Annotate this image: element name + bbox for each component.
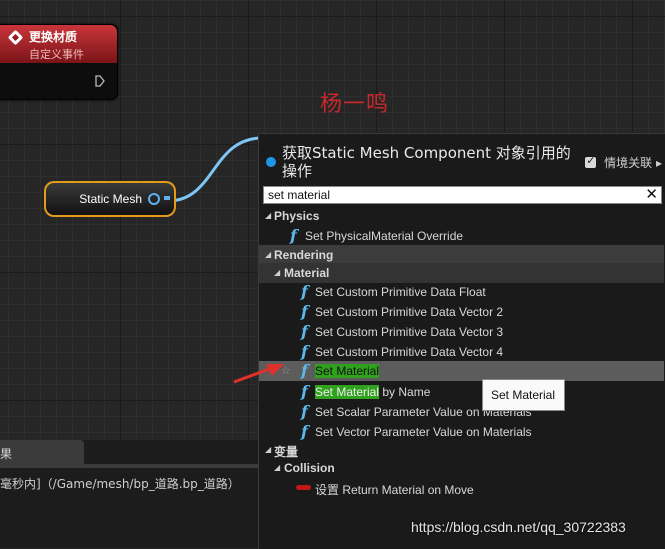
context-sensitive-label: 情境关联 <box>604 156 653 170</box>
watermark: https://blog.csdn.net/qq_30722383 <box>411 519 626 535</box>
red-arrow-annotation <box>233 364 284 384</box>
bool-variable-icon <box>296 485 311 490</box>
function-icon: f <box>290 226 297 245</box>
search-input[interactable]: set material ✕ <box>263 185 662 204</box>
expand-triangle-icon: ◢ <box>265 211 272 220</box>
event-title: 更换材质 <box>29 30 78 44</box>
list-item[interactable]: f Set Custom Primitive Data Vector 2 <box>259 302 664 322</box>
search-match: Set Material <box>315 385 380 399</box>
log-line: 毫秒内]（/Game/mesh/bp_道路.bp_道路） <box>0 477 240 491</box>
chevron-right-icon: ▸ <box>655 156 662 170</box>
category-variables[interactable]: ◢ 变量 <box>259 440 664 460</box>
list-item[interactable]: 设置 Return Material on Move <box>259 478 664 498</box>
panel-divider <box>0 464 262 468</box>
action-menu: 获取Static Mesh Component 对象引用的操作 情境关联 ▸ s… <box>258 133 665 549</box>
static-mesh-node[interactable]: Static Mesh <box>44 181 176 217</box>
checkbox-checked-icon[interactable] <box>585 154 597 168</box>
list-item[interactable]: f Set Custom Primitive Data Vector 3 <box>259 322 664 342</box>
tooltip: Set Material <box>482 379 565 411</box>
results-tab[interactable]: 果 <box>0 440 84 464</box>
category-collision[interactable]: ◢ Collision <box>259 458 664 478</box>
expand-triangle-icon: ◢ <box>274 268 281 277</box>
clear-search-icon[interactable]: ✕ <box>645 185 658 203</box>
compiler-results-panel: 果 毫秒内]（/Game/mesh/bp_道路.bp_道路） <box>0 440 262 548</box>
function-icon: f <box>301 302 308 321</box>
function-icon: f <box>301 322 308 341</box>
object-reference-icon <box>266 157 276 167</box>
category-material[interactable]: ◢ Material <box>259 263 664 283</box>
selected-item-label: Set Material <box>315 364 380 378</box>
pin-arrow-icon <box>164 196 170 200</box>
function-icon: f <box>301 342 308 361</box>
function-icon: f <box>301 361 308 380</box>
list-item[interactable]: f Set Vector Parameter Value on Material… <box>259 422 664 442</box>
event-node-header: 更换材质 自定义事件 <box>0 25 117 63</box>
list-item[interactable]: f Set Custom Primitive Data Vector 4 <box>259 342 664 362</box>
event-icon <box>7 29 24 46</box>
list-item[interactable]: f Set Custom Primitive Data Float <box>259 282 664 302</box>
category-physics[interactable]: ◢ Physics <box>259 206 664 226</box>
results-tab-label: 果 <box>0 447 13 461</box>
function-icon: f <box>301 282 308 301</box>
static-mesh-label: Static Mesh <box>79 192 142 206</box>
object-output-pin-icon[interactable] <box>148 193 160 205</box>
tooltip-text: Set Material <box>491 388 556 402</box>
exec-output-pin-icon[interactable] <box>95 75 105 87</box>
context-sensitive-toggle[interactable]: 情境关联 ▸ <box>585 154 662 171</box>
function-icon: f <box>301 422 308 441</box>
expand-triangle-icon: ◢ <box>265 250 272 259</box>
author-annotation: 杨一鸣 <box>320 92 390 117</box>
action-menu-title: 获取Static Mesh Component 对象引用的操作 <box>282 144 571 180</box>
custom-event-node[interactable]: 更换材质 自定义事件 <box>0 24 118 100</box>
list-item[interactable]: f Set Material by Name <box>259 382 664 402</box>
expand-triangle-icon: ◢ <box>265 445 272 454</box>
function-icon: f <box>301 382 308 401</box>
event-subtitle: 自定义事件 <box>29 48 84 61</box>
function-icon: f <box>301 402 308 421</box>
list-item[interactable]: f Set PhysicalMaterial Override <box>259 226 664 246</box>
search-input-value: set material <box>268 188 331 202</box>
list-item-selected[interactable]: ☆ f Set Material <box>259 361 664 381</box>
list-item[interactable]: f Set Scalar Parameter Value on Material… <box>259 402 664 422</box>
expand-triangle-icon: ◢ <box>274 463 281 472</box>
category-rendering[interactable]: ◢ Rendering <box>259 245 664 265</box>
